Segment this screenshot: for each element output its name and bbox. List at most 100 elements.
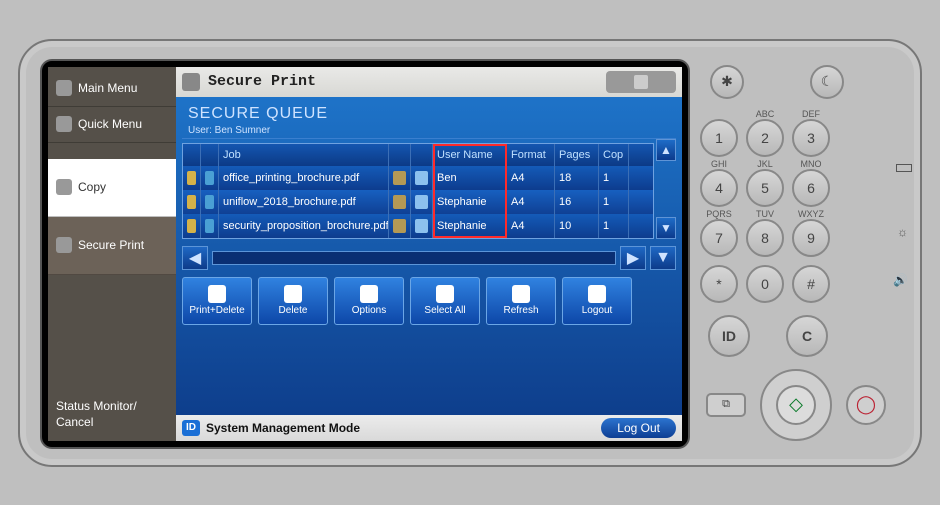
col-copies: Cop <box>599 144 629 166</box>
status-monitor-cancel[interactable]: Status Monitor/ Cancel <box>48 393 176 440</box>
energy-key[interactable]: ☾ <box>810 65 844 99</box>
table-row[interactable]: uniflow_2018_brochure.pdf Stephanie A4 1… <box>183 190 653 214</box>
scroll-down[interactable]: ▼ <box>656 217 676 239</box>
key-5[interactable]: 5 <box>746 169 784 207</box>
content-area: Secure Print SECURE QUEUE User: Ben Sumn… <box>176 67 682 441</box>
refresh-button[interactable]: Refresh <box>486 277 556 325</box>
scroll-left[interactable]: ◀ <box>182 246 208 270</box>
titlebar: Secure Print <box>176 67 682 97</box>
system-bar: ID System Management Mode Log Out <box>176 415 682 441</box>
system-logout-button[interactable]: Log Out <box>601 418 676 438</box>
col-format: Format <box>507 144 555 166</box>
sidebar-label: Main Menu <box>78 81 137 95</box>
quick-icon <box>56 116 72 132</box>
key-9[interactable]: 9 <box>792 219 830 257</box>
clear-key[interactable]: C <box>786 315 828 357</box>
lock-icon <box>187 219 196 233</box>
home-icon <box>56 80 72 96</box>
scroll-right[interactable]: ▶ <box>620 246 646 270</box>
copy-icon <box>56 179 72 195</box>
scroll-down-2[interactable]: ▼ <box>650 246 676 270</box>
cell-pages: 16 <box>555 190 599 214</box>
sidebar-quick-menu[interactable]: Quick Menu <box>48 107 176 143</box>
key-7[interactable]: 7 <box>700 219 738 257</box>
sidebar-label: Quick Menu <box>78 117 142 131</box>
screen-bezel: Main Menu Quick Menu Copy Secure Print S… <box>40 59 690 449</box>
col-b <box>411 144 433 166</box>
start-key[interactable]: ◇ <box>776 385 816 425</box>
btn-label: Delete <box>279 305 308 316</box>
titlebar-status[interactable] <box>606 71 676 93</box>
key-letters-5: JKL <box>746 159 784 169</box>
logout-button[interactable]: Logout <box>562 277 632 325</box>
titlebar-title: Secure Print <box>208 73 316 90</box>
secure-queue-panel: SECURE QUEUE User: Ben Sumner Job User N… <box>176 97 682 415</box>
doc-icon <box>415 219 428 233</box>
refresh-icon <box>512 285 530 303</box>
doc-icon <box>415 171 428 185</box>
counter-key[interactable]: ⧉ <box>706 393 746 417</box>
user-icon <box>393 219 406 233</box>
brightness-icon: ☼ <box>897 225 908 239</box>
start-dial[interactable]: ◇ <box>760 369 832 441</box>
left-sidebar: Main Menu Quick Menu Copy Secure Print S… <box>48 67 176 441</box>
btn-label: Options <box>352 305 386 316</box>
cube-icon <box>634 75 648 89</box>
table-header: Job User Name Format Pages Cop <box>183 144 653 166</box>
cell-copies: 1 <box>599 214 629 238</box>
key-letters-3: DEF <box>792 109 830 119</box>
settings-key[interactable]: ✱ <box>710 65 744 99</box>
key-4[interactable]: 4 <box>700 169 738 207</box>
sidebar-label: Copy <box>78 180 106 194</box>
key-8[interactable]: 8 <box>746 219 784 257</box>
cell-user: Stephanie <box>433 214 507 238</box>
user-icon <box>393 195 406 209</box>
secure-print-icon <box>56 237 72 253</box>
sidebar-main-menu[interactable]: Main Menu <box>48 71 176 107</box>
key-hash[interactable]: # <box>792 265 830 303</box>
key-3[interactable]: 3 <box>792 119 830 157</box>
col-check <box>183 144 201 166</box>
secure-print-app-icon <box>182 73 200 91</box>
key-1[interactable]: 1 <box>700 119 738 157</box>
scroll-up[interactable]: ▲ <box>656 139 676 161</box>
key-letters-9: WXYZ <box>792 209 830 219</box>
scroll-track[interactable] <box>212 251 616 265</box>
key-2[interactable]: 2 <box>746 119 784 157</box>
key-0[interactable]: 0 <box>746 265 784 303</box>
delete-button[interactable]: Delete <box>258 277 328 325</box>
print-delete-button[interactable]: Print+Delete <box>182 277 252 325</box>
sidebar-secure-print[interactable]: Secure Print <box>48 217 176 275</box>
key-star[interactable]: * <box>700 265 738 303</box>
col-a <box>389 144 411 166</box>
cell-copies: 1 <box>599 166 629 190</box>
system-mode-label: System Management Mode <box>206 421 360 435</box>
hardware-panel: ✱ ☾ ABC DEF 1 2 3 GHI JKL MNO 4 5 6 PQRS… <box>690 59 900 447</box>
btn-label: Refresh <box>503 305 538 316</box>
cell-user: Stephanie <box>433 190 507 214</box>
sidebar-label: Secure Print <box>78 238 144 252</box>
job-icon <box>205 171 214 185</box>
table-row[interactable]: office_printing_brochure.pdf Ben A4 18 1 <box>183 166 653 190</box>
key-letters-8: TUV <box>746 209 784 219</box>
key-letters-4: GHI <box>700 159 738 169</box>
options-button[interactable]: Options <box>334 277 404 325</box>
id-key[interactable]: ID <box>708 315 750 357</box>
battery-icon <box>896 164 912 172</box>
key-6[interactable]: 6 <box>792 169 830 207</box>
cell-format: A4 <box>507 214 555 238</box>
stop-key[interactable]: ◯ <box>846 385 886 425</box>
key-letters-7: PQRS <box>700 209 738 219</box>
cell-user: Ben <box>433 166 507 190</box>
action-bar: Print+Delete Delete Options Select All R… <box>182 277 676 329</box>
touchscreen: Main Menu Quick Menu Copy Secure Print S… <box>48 67 682 441</box>
job-icon <box>205 219 214 233</box>
select-all-button[interactable]: Select All <box>410 277 480 325</box>
lock-icon <box>187 171 196 185</box>
select-all-icon <box>436 285 454 303</box>
sidebar-copy[interactable]: Copy <box>48 159 176 217</box>
table-row[interactable]: security_proposition_brochure.pdf Stepha… <box>183 214 653 238</box>
cell-format: A4 <box>507 166 555 190</box>
lock-icon <box>187 195 196 209</box>
btn-label: Logout <box>582 305 613 316</box>
